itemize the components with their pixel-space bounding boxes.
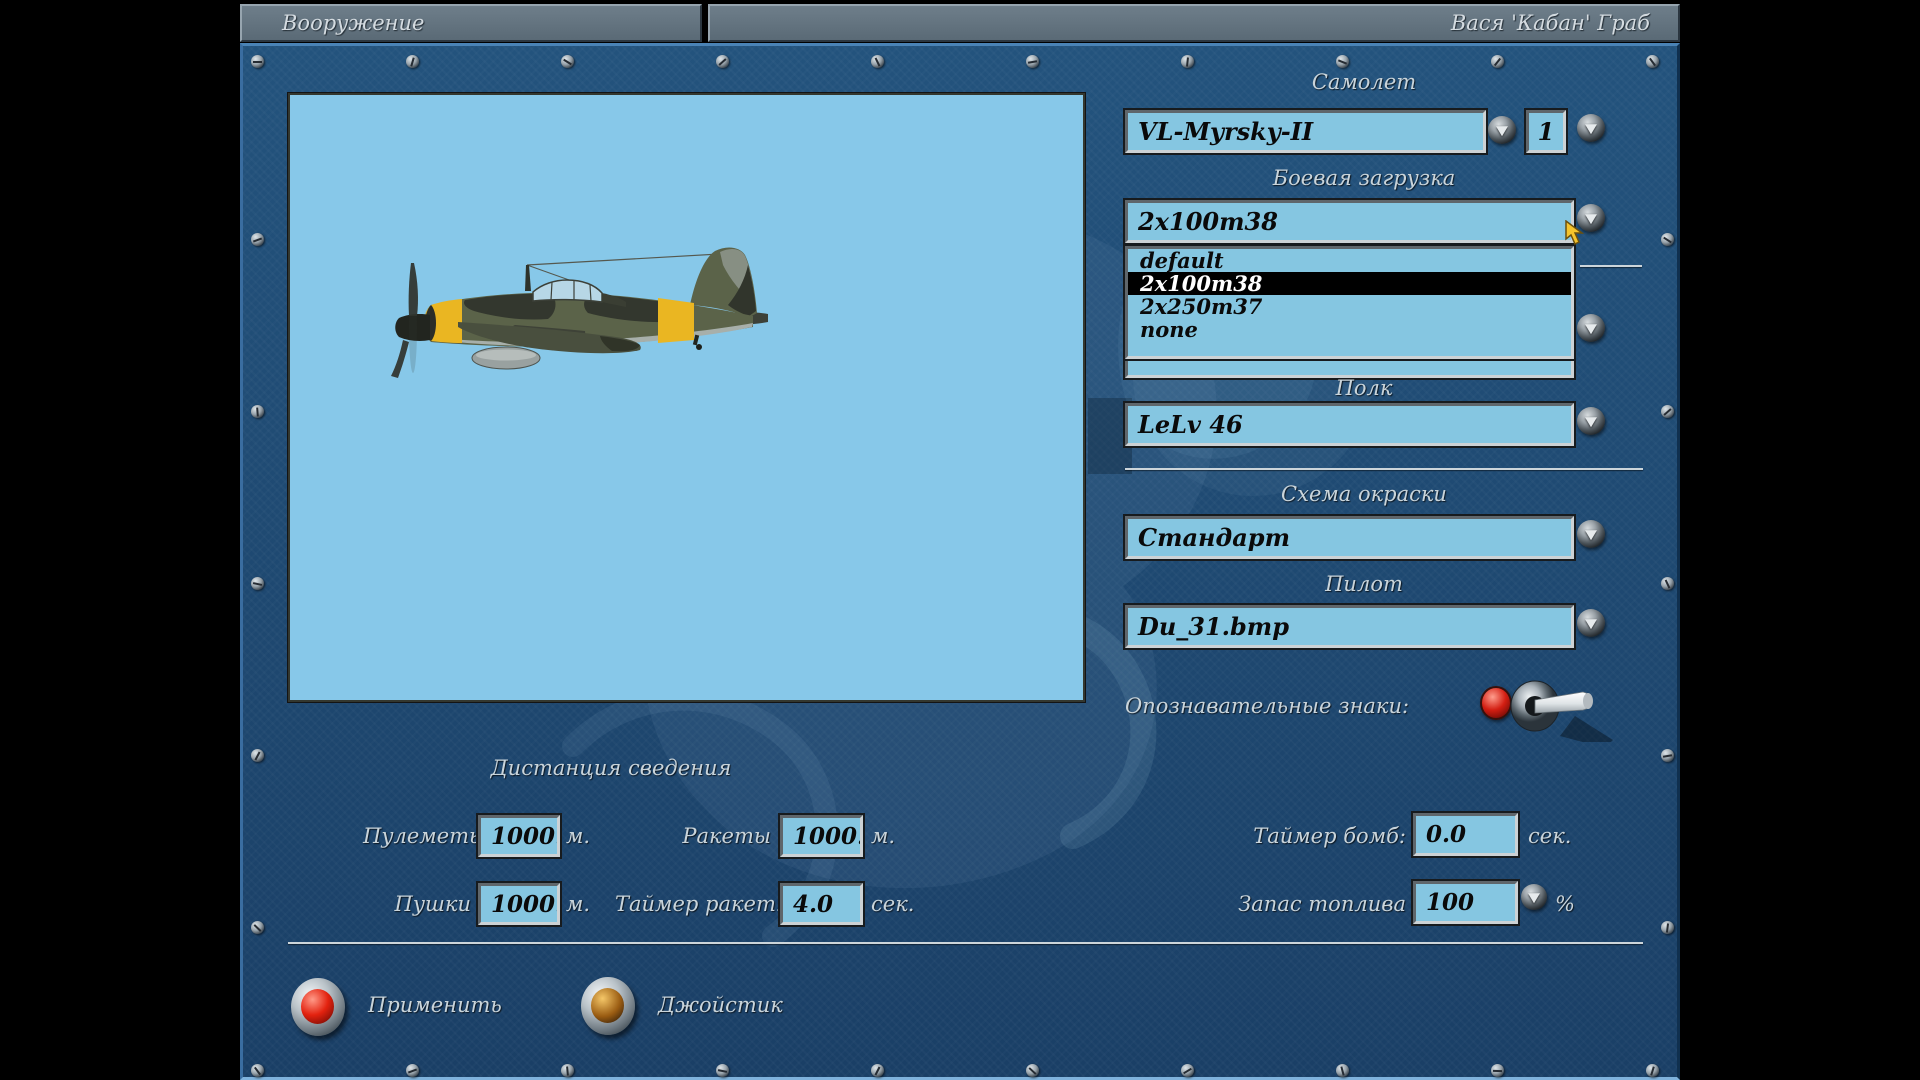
apply-label: Применить	[368, 993, 502, 1017]
rockets-unit: м.	[871, 824, 895, 848]
arming-panel: Самолет VL-Myrsky-II 1 Боевая загрузка 2…	[240, 43, 1680, 1080]
divider-line	[288, 942, 1643, 944]
bomb-timer-unit: сек.	[1528, 824, 1571, 848]
screw-icon	[1661, 749, 1674, 762]
screw-icon	[251, 1064, 264, 1077]
regiment-dropdown-arrow-icon[interactable]	[1577, 407, 1605, 435]
loadout-heading: Боевая загрузка	[1125, 166, 1603, 190]
aircraft-select[interactable]: VL-Myrsky-II	[1125, 110, 1486, 153]
screw-icon	[1661, 577, 1674, 590]
screw-icon	[1661, 921, 1674, 934]
divider-line	[1580, 265, 1642, 267]
screw-icon	[1336, 1064, 1349, 1077]
paint-dropdown-arrow-icon[interactable]	[1577, 520, 1605, 548]
markings-label: Опознавательные знаки:	[1125, 694, 1409, 718]
fuel-arrow-icon[interactable]	[1521, 884, 1547, 910]
screw-icon	[1491, 55, 1504, 68]
aircraft-preview	[288, 93, 1085, 702]
screw-icon	[1181, 55, 1194, 68]
screw-icon	[1661, 405, 1674, 418]
joystick-button[interactable]	[581, 977, 635, 1035]
divider-line	[1125, 468, 1643, 470]
markings-toggle-switch[interactable]	[1505, 674, 1615, 742]
rocket-timer-field[interactable]: 4.0	[780, 883, 863, 925]
apply-red-button-icon	[301, 989, 334, 1024]
loadout-option[interactable]: none	[1128, 318, 1571, 341]
screw-icon	[251, 233, 264, 246]
screw-icon	[406, 1064, 419, 1077]
screw-icon	[1646, 1064, 1659, 1077]
convergence-heading: Дистанция сведения	[451, 756, 771, 780]
aircraft-heading: Самолет	[1125, 70, 1603, 94]
rockets-label: Ракеты	[663, 824, 771, 848]
pilot-select[interactable]: Du_31.bmp	[1125, 605, 1574, 648]
paint-select[interactable]: Стандарт	[1125, 516, 1574, 559]
loadout-option-selected[interactable]: 2x100m38	[1128, 272, 1571, 295]
aircraft-count-field[interactable]: 1	[1526, 110, 1566, 153]
rocket-timer-unit: сек.	[871, 892, 914, 916]
player-name-bar: Вася 'Кабан' Граб	[708, 4, 1680, 42]
aircraft-dropdown-arrow-icon[interactable]	[1488, 116, 1516, 144]
tab-weapons[interactable]: Вооружение	[240, 4, 702, 42]
fuel-field[interactable]: 100	[1413, 881, 1518, 924]
cannons-field[interactable]: 1000.0	[478, 883, 560, 925]
machineguns-unit: м.	[566, 824, 590, 848]
pilot-heading: Пилот	[1125, 572, 1603, 596]
screw-icon	[251, 921, 264, 934]
machineguns-label: Пулеметы	[363, 824, 471, 848]
bomb-timer-field[interactable]: 0.0	[1413, 813, 1518, 856]
screw-icon	[1661, 233, 1674, 246]
screw-icon	[561, 55, 574, 68]
loadout-option[interactable]: default	[1128, 249, 1571, 272]
fuel-label: Запас топлива	[1233, 892, 1406, 916]
screw-icon	[1336, 55, 1349, 68]
player-name: Вася 'Кабан' Граб	[1451, 11, 1650, 35]
screw-icon	[561, 1064, 574, 1077]
machineguns-field[interactable]: 1000.0	[478, 815, 560, 857]
rockets-field[interactable]: 1000.0	[780, 815, 863, 857]
arming-screen: Вооружение Вася 'Кабан' Граб	[0, 0, 1920, 1080]
bomb-timer-label: Таймер бомб:	[1243, 824, 1406, 848]
screw-icon	[871, 1064, 884, 1077]
paint-heading: Схема окраски	[1125, 482, 1603, 506]
screw-icon	[251, 577, 264, 590]
aircraft-image	[290, 95, 1083, 700]
pilot-dropdown-arrow-icon[interactable]	[1577, 609, 1605, 637]
tab-weapons-label: Вооружение	[282, 11, 424, 35]
joystick-amber-button-icon	[591, 988, 624, 1023]
screw-icon	[1646, 55, 1659, 68]
regiment-heading: Полк	[1125, 376, 1603, 400]
mouse-cursor-icon	[1565, 220, 1587, 246]
loadout-option-list: default 2x100m38 2x250m37 none	[1125, 246, 1574, 359]
apply-button[interactable]	[291, 978, 345, 1036]
joystick-label: Джойстик	[658, 993, 783, 1017]
cannons-unit: м.	[566, 892, 590, 916]
aircraft-count-arrow-icon[interactable]	[1577, 114, 1605, 142]
screw-icon	[716, 55, 729, 68]
screw-icon	[406, 55, 419, 68]
loadout-select[interactable]: 2x100m38	[1125, 200, 1574, 243]
regiment-select[interactable]: LeLv 46	[1125, 403, 1574, 446]
screw-icon	[251, 55, 264, 68]
screw-icon	[1026, 55, 1039, 68]
rocket-timer-label: Таймер ракет:	[615, 892, 778, 916]
screw-icon	[871, 55, 884, 68]
screw-icon	[716, 1064, 729, 1077]
fuel-unit: %	[1555, 892, 1575, 916]
screw-icon	[251, 749, 264, 762]
screw-icon	[251, 405, 264, 418]
screw-icon	[1181, 1064, 1194, 1077]
cannons-label: Пушки	[363, 892, 471, 916]
screw-icon	[1026, 1064, 1039, 1077]
secondary-dropdown-arrow-icon[interactable]	[1577, 314, 1605, 342]
loadout-option[interactable]: 2x250m37	[1128, 295, 1571, 318]
screw-icon	[1491, 1064, 1504, 1077]
